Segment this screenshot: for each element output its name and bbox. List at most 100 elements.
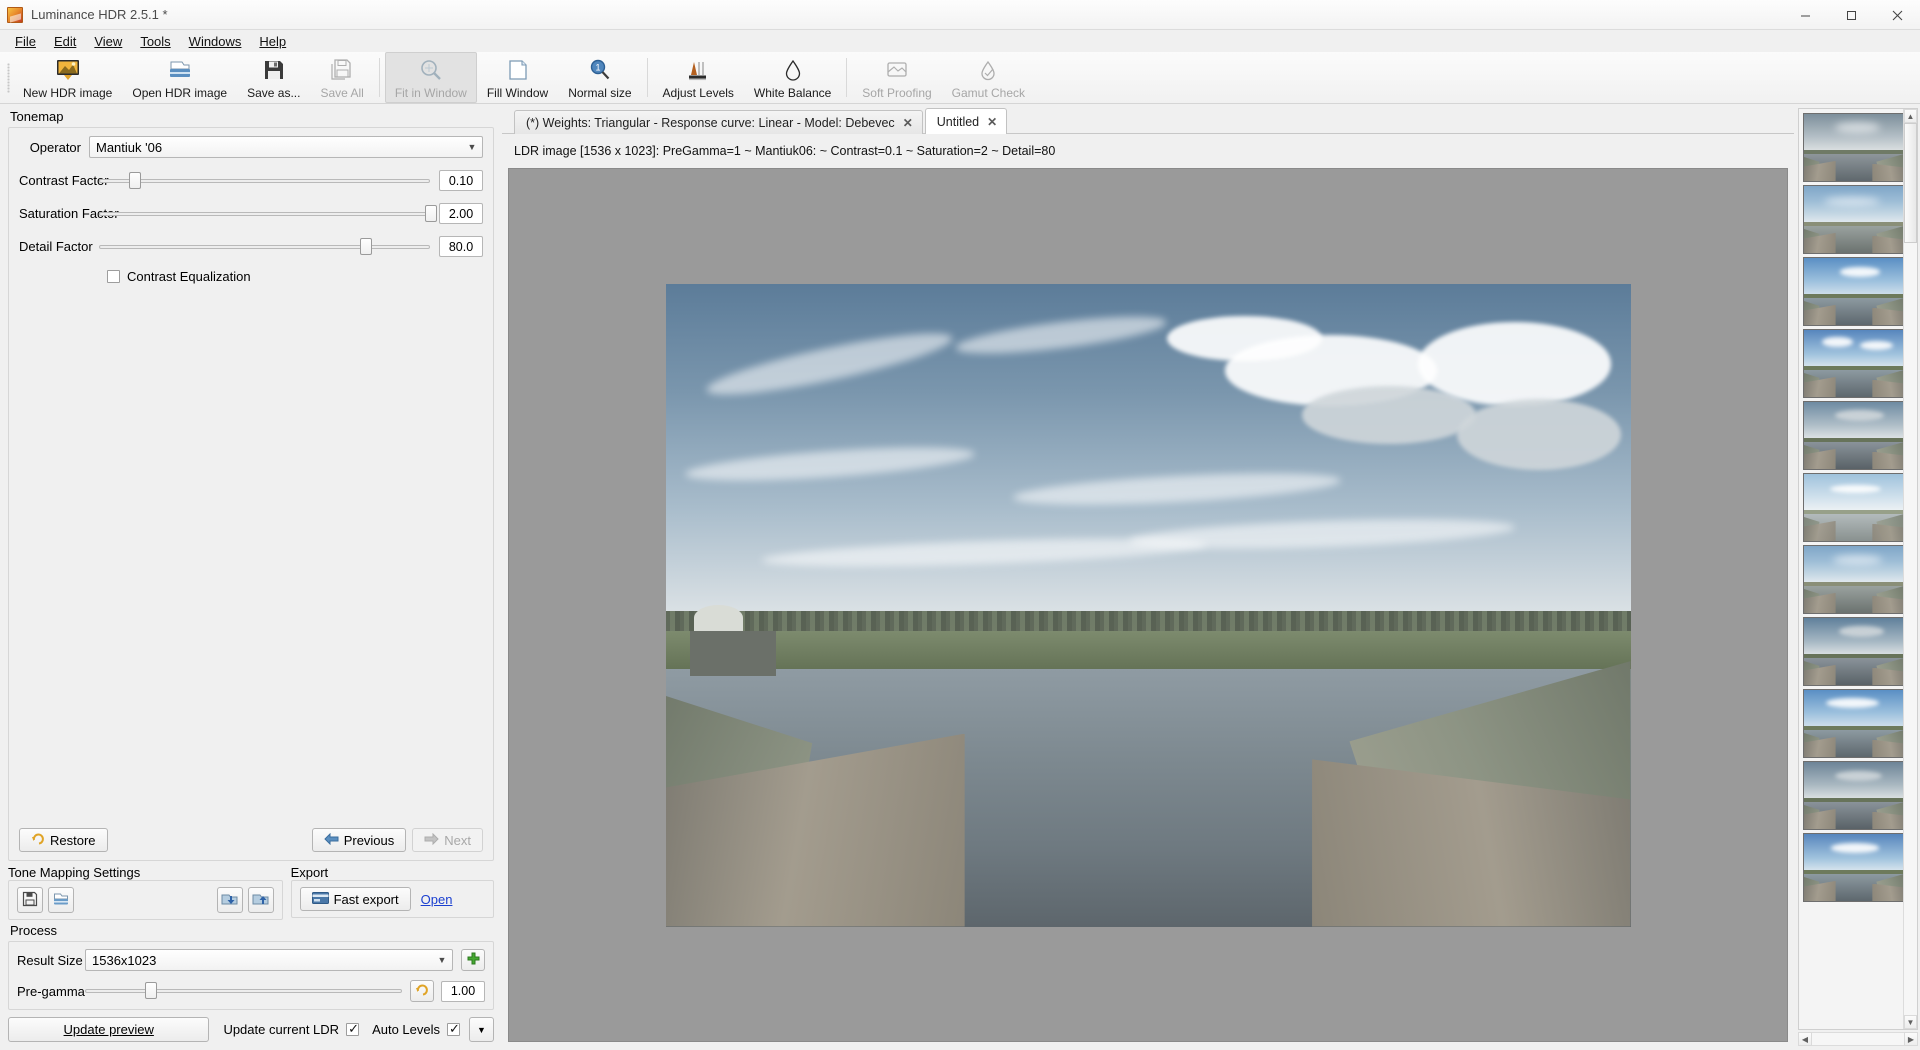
tonemapped-preview-image[interactable] bbox=[665, 283, 1631, 927]
preview-canvas[interactable] bbox=[508, 168, 1788, 1042]
menu-tools[interactable]: Tools bbox=[131, 32, 179, 51]
thumbnail-1[interactable] bbox=[1803, 185, 1903, 254]
slider-handle[interactable] bbox=[145, 982, 158, 999]
fast-export-button[interactable]: Fast export bbox=[299, 887, 411, 911]
save-all-icon bbox=[331, 57, 353, 83]
toolbar-save-all-label: Save All bbox=[320, 86, 364, 100]
saturation-factor-slider[interactable] bbox=[99, 204, 438, 223]
thumbnail-4[interactable] bbox=[1803, 401, 1903, 470]
close-icon[interactable] bbox=[1874, 0, 1920, 30]
detail-factor-row: Detail Factor 80.0 bbox=[19, 236, 483, 257]
saturation-factor-row: Saturation Factor 2.00 bbox=[19, 203, 483, 224]
export-open-link[interactable]: Open bbox=[421, 892, 453, 907]
auto-levels-checkbox[interactable] bbox=[447, 1021, 460, 1036]
soft-proof-icon bbox=[886, 57, 908, 83]
thumbnail-list[interactable] bbox=[1799, 109, 1903, 1029]
thumbnail-10[interactable] bbox=[1803, 833, 1903, 902]
previous-button[interactable]: Previous bbox=[311, 828, 407, 852]
tab-untitled[interactable]: Untitled ✕ bbox=[924, 108, 1008, 134]
scrollbar-trough[interactable] bbox=[1904, 123, 1917, 1015]
slider-handle[interactable] bbox=[425, 204, 438, 222]
toolbar-new-hdr-image[interactable]: New HDR image bbox=[13, 52, 122, 103]
undo-arrow-icon bbox=[415, 984, 429, 999]
saturation-factor-spinbox[interactable]: 2.00 bbox=[439, 203, 483, 224]
toolbar-save-as[interactable]: Save as... bbox=[237, 52, 310, 103]
close-icon[interactable]: ✕ bbox=[903, 116, 913, 130]
export-group-box: Fast export Open bbox=[290, 880, 494, 918]
minimize-icon[interactable] bbox=[1782, 0, 1828, 30]
contrast-factor-spinbox[interactable]: 0.10 bbox=[439, 170, 483, 191]
toolbar-fit-in-window[interactable]: Fit in Window bbox=[384, 52, 477, 103]
maximize-icon[interactable] bbox=[1828, 0, 1874, 30]
floppy-disk-icon bbox=[263, 57, 285, 83]
slider-track bbox=[99, 211, 430, 216]
toolbar-save-as-label: Save as... bbox=[247, 86, 301, 100]
thumbnail-panel: ▲ ▼ bbox=[1798, 108, 1918, 1030]
scroll-up-icon[interactable]: ▲ bbox=[1904, 109, 1917, 123]
toolbar-white-balance-label: White Balance bbox=[753, 86, 832, 100]
toolbar-white-balance[interactable]: White Balance bbox=[744, 52, 841, 103]
toolbar-grip[interactable] bbox=[4, 52, 13, 103]
slider-handle[interactable] bbox=[128, 171, 141, 189]
tab-hdr-weights[interactable]: (*) Weights: Triangular - Response curve… bbox=[514, 110, 923, 134]
pre-gamma-slider[interactable] bbox=[85, 982, 402, 1000]
thumbnail-6[interactable] bbox=[1803, 545, 1903, 614]
result-size-label: Result Size bbox=[17, 952, 83, 968]
result-size-combobox[interactable]: 1536x1023 ▼ bbox=[85, 949, 453, 971]
detail-factor-slider[interactable] bbox=[99, 237, 430, 256]
operator-value: Mantiuk '06 bbox=[96, 139, 163, 155]
toolbar-gamut-check-label: Gamut Check bbox=[951, 86, 1026, 100]
operator-row: Operator Mantiuk '06 ▼ bbox=[19, 136, 483, 158]
operator-label: Operator bbox=[29, 139, 81, 155]
tonemap-group: Tonemap Operator Mantiuk '06 ▼ Contrast … bbox=[8, 108, 494, 861]
tonemapping-dock: Tonemap Operator Mantiuk '06 ▼ Contrast … bbox=[0, 104, 500, 1050]
thumbnail-8[interactable] bbox=[1803, 689, 1903, 758]
toolbar-fill-window[interactable]: Fill Window bbox=[477, 52, 558, 103]
app-icon bbox=[7, 6, 23, 23]
export-settings-button[interactable] bbox=[247, 887, 274, 913]
thumbnail-0[interactable] bbox=[1803, 113, 1903, 182]
thumbnail-3[interactable] bbox=[1803, 329, 1903, 398]
update-current-ldr-checkbox[interactable] bbox=[346, 1021, 360, 1036]
pre-gamma-spinbox[interactable]: 1.00 bbox=[441, 980, 485, 1002]
menu-view[interactable]: View bbox=[85, 32, 131, 51]
scroll-right-icon[interactable]: ▶ bbox=[1904, 1032, 1918, 1046]
menu-windows[interactable]: Windows bbox=[180, 32, 251, 51]
detail-factor-spinbox[interactable]: 80.0 bbox=[439, 236, 483, 257]
window-controls bbox=[1782, 0, 1920, 30]
restore-button[interactable]: Restore bbox=[19, 828, 108, 852]
scrollbar-trough[interactable] bbox=[1812, 1032, 1904, 1046]
toolbar-adjust-levels[interactable]: Adjust Levels bbox=[653, 52, 744, 103]
scroll-down-icon[interactable]: ▼ bbox=[1904, 1015, 1917, 1029]
toolbar-separator-1 bbox=[378, 58, 380, 97]
scrollbar-thumb[interactable] bbox=[1904, 123, 1917, 243]
scroll-left-icon[interactable]: ◀ bbox=[1798, 1032, 1812, 1046]
contrast-factor-slider[interactable] bbox=[99, 171, 430, 190]
menu-help[interactable]: Help bbox=[250, 32, 295, 51]
add-size-button[interactable] bbox=[461, 949, 485, 971]
thumbnail-vertical-scrollbar[interactable]: ▲ ▼ bbox=[1903, 109, 1917, 1029]
plus-icon bbox=[467, 952, 480, 968]
slider-handle[interactable] bbox=[360, 237, 373, 255]
thumbnail-5[interactable] bbox=[1803, 473, 1903, 542]
load-settings-button[interactable] bbox=[48, 887, 74, 913]
thumbnail-7[interactable] bbox=[1803, 617, 1903, 686]
thumbnail-2[interactable] bbox=[1803, 257, 1903, 326]
update-preview-button[interactable]: Update preview bbox=[8, 1017, 210, 1042]
marquee-tent bbox=[694, 605, 743, 631]
menu-edit[interactable]: Edit bbox=[45, 32, 85, 51]
thumbnail-horizontal-scrollbar[interactable]: ◀ ▶ bbox=[1798, 1032, 1918, 1046]
toolbar-separator-2 bbox=[646, 58, 648, 97]
menu-file[interactable]: File bbox=[6, 32, 45, 51]
save-settings-button[interactable] bbox=[17, 887, 43, 913]
import-settings-button[interactable] bbox=[216, 887, 243, 913]
operator-combobox[interactable]: Mantiuk '06 ▼ bbox=[89, 136, 483, 158]
toolbar-open-hdr-image[interactable]: Open HDR image bbox=[122, 52, 237, 103]
auto-levels-options-button[interactable]: ▼ bbox=[469, 1017, 494, 1042]
title-bar: Luminance HDR 2.5.1 * bbox=[0, 0, 1920, 30]
thumbnail-9[interactable] bbox=[1803, 761, 1903, 830]
pre-gamma-reset-button[interactable] bbox=[410, 980, 434, 1002]
close-icon[interactable]: ✕ bbox=[987, 115, 997, 129]
toolbar-normal-size[interactable]: 1 Normal size bbox=[558, 52, 641, 103]
contrast-equalization-checkbox[interactable] bbox=[107, 270, 120, 283]
